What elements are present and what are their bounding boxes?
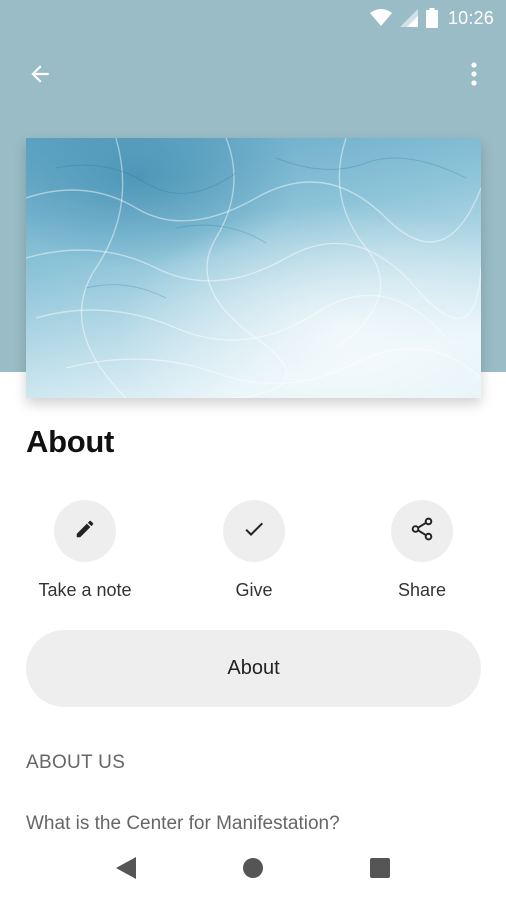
page-title: About <box>26 424 115 459</box>
status-bar: 10:26 <box>0 0 506 36</box>
section-header-about-us: ABOUT US <box>26 752 126 773</box>
system-nav-bar <box>0 840 506 900</box>
back-triangle-icon <box>116 856 136 884</box>
toolbar <box>0 48 506 100</box>
battery-icon <box>425 8 438 28</box>
give-label: Give <box>235 580 273 600</box>
back-button[interactable] <box>20 56 60 96</box>
recents-square-icon <box>370 857 390 883</box>
more-options-button[interactable] <box>454 56 494 96</box>
action-row: Take a note Give Share <box>0 500 506 610</box>
faq-question[interactable]: What is the Center for Manifestation? <box>26 813 340 835</box>
more-vertical-icon <box>470 61 478 92</box>
share-label: Share <box>397 580 447 600</box>
take-a-note-label: Take a note <box>38 580 132 600</box>
arrow-left-icon <box>27 61 53 92</box>
share-button[interactable] <box>391 500 453 562</box>
wifi-icon <box>369 9 392 27</box>
nav-home-button[interactable] <box>237 854 269 886</box>
checkmark-icon <box>242 517 266 546</box>
hero-image <box>26 138 481 398</box>
cell-signal-icon <box>399 9 418 27</box>
share-action[interactable]: Share <box>347 500 497 601</box>
take-a-note-button[interactable] <box>54 500 116 562</box>
about-button[interactable]: About <box>26 630 481 707</box>
status-time: 10:26 <box>447 7 494 28</box>
give-action[interactable]: Give <box>179 500 329 601</box>
share-icon <box>409 516 435 547</box>
nav-recents-button[interactable] <box>364 854 396 886</box>
home-circle-icon <box>242 857 264 884</box>
nav-back-button[interactable] <box>110 854 142 886</box>
pencil-icon <box>74 518 96 545</box>
give-button[interactable] <box>223 500 285 562</box>
take-a-note-action[interactable]: Take a note <box>10 500 160 601</box>
